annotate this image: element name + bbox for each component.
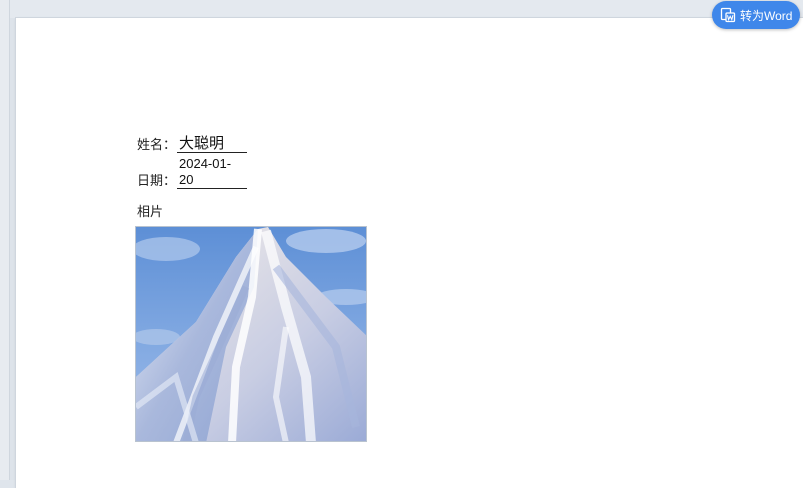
convert-to-word-button[interactable]: 转为Word — [712, 1, 800, 29]
date-field-row: 日期： 2024-01-20 — [137, 156, 248, 189]
date-value: 2024-01-20 — [177, 156, 248, 189]
left-rail — [0, 0, 10, 480]
name-value: 大聪明 — [177, 135, 248, 153]
photo-image — [135, 226, 367, 442]
photo-label: 相片 — [137, 205, 164, 220]
name-label: 姓名： — [137, 138, 177, 153]
word-convert-icon — [720, 7, 736, 23]
name-field-row: 姓名： 大聪明 — [137, 135, 248, 153]
convert-button-label: 转为Word — [740, 8, 793, 23]
date-label: 日期： — [137, 174, 177, 189]
